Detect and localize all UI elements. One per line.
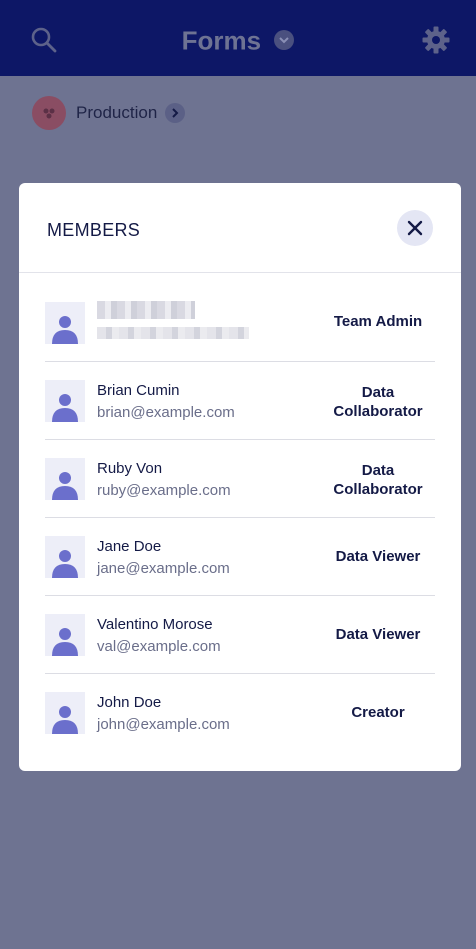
breadcrumb[interactable]: Production bbox=[32, 96, 186, 130]
member-name: Jane Doe bbox=[97, 538, 162, 555]
gear-icon[interactable] bbox=[421, 25, 451, 60]
user-avatar-icon bbox=[45, 692, 85, 734]
member-name: Valentino Morose bbox=[97, 616, 213, 633]
member-row[interactable]: Brian Cumin brian@example.com Data Colla… bbox=[45, 362, 435, 440]
user-avatar-icon bbox=[45, 458, 85, 500]
close-icon bbox=[407, 220, 423, 236]
top-app-bar: Forms bbox=[0, 0, 476, 76]
member-name: Brian Cumin bbox=[97, 382, 180, 399]
member-row[interactable]: Valentino Morose val@example.com Data Vi… bbox=[45, 596, 435, 674]
app-title-dropdown[interactable]: Forms bbox=[0, 24, 476, 57]
modal-title: MEMBERS bbox=[47, 220, 141, 240]
app-title: Forms bbox=[181, 25, 262, 56]
chevron-down-icon bbox=[274, 30, 295, 51]
member-role: Data Collaborator bbox=[323, 461, 433, 499]
members-modal: MEMBERS Team Admin Brian Cumin brian@exa… bbox=[19, 183, 461, 771]
member-row[interactable]: Ruby Von ruby@example.com Data Collabora… bbox=[45, 440, 435, 518]
user-avatar-icon bbox=[45, 536, 85, 578]
breadcrumb-label: Production bbox=[76, 103, 158, 122]
redacted-name bbox=[97, 301, 195, 319]
member-email: ruby@example.com bbox=[97, 482, 231, 499]
member-row[interactable]: John Doe john@example.com Creator bbox=[45, 674, 435, 751]
user-avatar-icon bbox=[45, 380, 85, 422]
workspace-avatar bbox=[32, 96, 66, 130]
chevron-right-icon bbox=[165, 103, 186, 123]
member-role: Data Collaborator bbox=[323, 383, 433, 421]
member-role: Data Viewer bbox=[335, 548, 421, 565]
member-role: Team Admin bbox=[333, 313, 423, 330]
members-list: Team Admin Brian Cumin brian@example.com… bbox=[45, 299, 435, 751]
member-role-line: Data bbox=[361, 462, 395, 479]
member-name: Ruby Von bbox=[97, 460, 163, 477]
member-email: john@example.com bbox=[97, 716, 230, 733]
user-avatar-icon bbox=[45, 614, 85, 656]
redacted-email bbox=[97, 327, 249, 339]
member-role: Creator bbox=[351, 704, 405, 721]
member-email: jane@example.com bbox=[97, 560, 230, 577]
member-role-line: Collaborator bbox=[333, 403, 423, 420]
member-role-line: Collaborator bbox=[333, 481, 423, 498]
member-row[interactable]: Team Admin bbox=[45, 299, 435, 362]
close-button[interactable] bbox=[397, 210, 433, 246]
modal-header: MEMBERS bbox=[19, 183, 461, 273]
member-email: val@example.com bbox=[97, 638, 221, 655]
member-name: John Doe bbox=[97, 694, 162, 711]
member-email: brian@example.com bbox=[97, 404, 235, 421]
user-avatar-icon bbox=[45, 302, 85, 344]
member-role: Data Viewer bbox=[335, 626, 421, 643]
member-role-line: Data bbox=[361, 384, 395, 401]
member-row[interactable]: Jane Doe jane@example.com Data Viewer bbox=[45, 518, 435, 596]
